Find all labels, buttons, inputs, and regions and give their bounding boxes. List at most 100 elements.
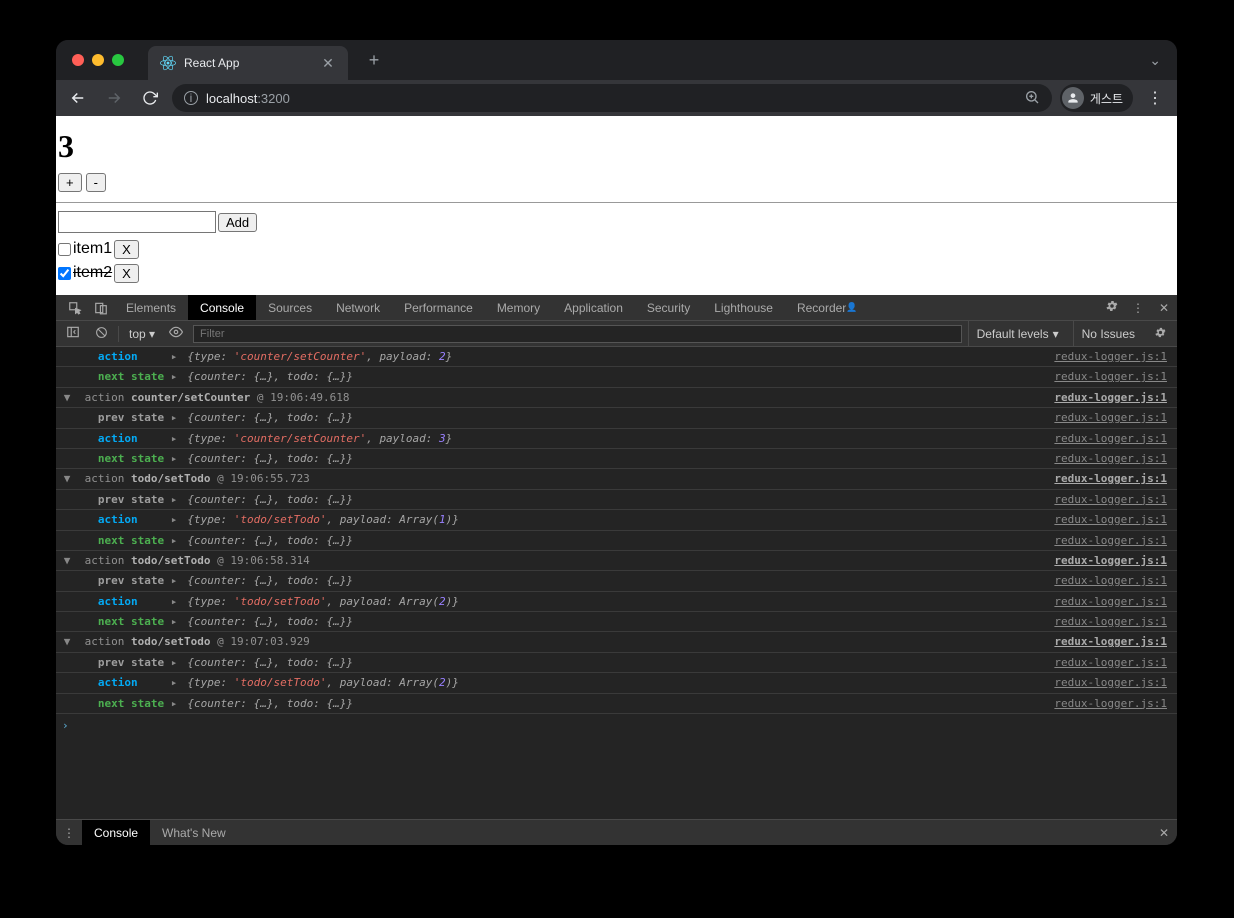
site-info-icon[interactable]: i [184, 91, 198, 105]
source-link[interactable]: redux-logger.js:1 [1054, 349, 1177, 364]
console-log-row[interactable]: action ▸ {type: 'todo/setTodo', payload:… [56, 510, 1177, 530]
issues-button[interactable]: No Issues [1073, 321, 1143, 346]
increment-button[interactable]: + [58, 173, 82, 192]
console-prompt[interactable]: › [56, 714, 1177, 737]
decrement-button[interactable]: - [86, 173, 106, 192]
source-link[interactable]: redux-logger.js:1 [1054, 410, 1177, 425]
todo-item: item1X [58, 237, 1175, 261]
console-log-row[interactable]: prev state ▸ {counter: {…}, todo: {…}}re… [56, 408, 1177, 428]
console-log-row[interactable]: ▼ action counter/setCounter @ 19:06:49.6… [56, 388, 1177, 408]
todo-item: item2X [58, 261, 1175, 285]
console-sidebar-toggle[interactable] [62, 325, 84, 342]
browser-tab[interactable]: React App ✕ [148, 46, 348, 80]
profile-button[interactable]: 게스트 [1060, 84, 1133, 112]
console-log-row[interactable]: action ▸ {type: 'todo/setTodo', payload:… [56, 673, 1177, 693]
source-link[interactable]: redux-logger.js:1 [1054, 390, 1177, 405]
avatar-icon [1062, 87, 1084, 109]
devtools-tab-console[interactable]: Console [188, 295, 256, 320]
new-tab-button[interactable]: + [360, 46, 388, 74]
devtools-close-button[interactable]: ✕ [1151, 301, 1177, 315]
device-toggle-button[interactable] [88, 295, 114, 320]
clear-console-button[interactable] [90, 326, 112, 342]
source-link[interactable]: redux-logger.js:1 [1054, 369, 1177, 384]
devtools-settings-button[interactable] [1099, 299, 1125, 316]
source-link[interactable]: redux-logger.js:1 [1054, 492, 1177, 507]
source-link[interactable]: redux-logger.js:1 [1054, 634, 1177, 649]
source-link[interactable]: redux-logger.js:1 [1054, 431, 1177, 446]
minimize-window-button[interactable] [92, 54, 104, 66]
console-log-row[interactable]: ▼ action todo/setTodo @ 19:07:03.929redu… [56, 632, 1177, 652]
source-link[interactable]: redux-logger.js:1 [1054, 655, 1177, 670]
todo-checkbox[interactable] [58, 267, 71, 280]
log-levels-selector[interactable]: Default levels ▾ [968, 321, 1067, 346]
devtools-tab-elements[interactable]: Elements [114, 295, 188, 320]
console-log-row[interactable]: action ▸ {type: 'counter/setCounter', pa… [56, 429, 1177, 449]
console-log-row[interactable]: prev state ▸ {counter: {…}, todo: {…}}re… [56, 571, 1177, 591]
browser-window: React App ✕ + ⌄ i localhost:3200 게 [56, 40, 1177, 845]
console-log-row[interactable]: action ▸ {type: 'counter/setCounter', pa… [56, 347, 1177, 367]
devtools-tab-application[interactable]: Application [552, 295, 635, 320]
react-icon [160, 55, 176, 71]
delete-todo-button[interactable]: X [114, 240, 139, 259]
console-log-row[interactable]: next state ▸ {counter: {…}, todo: {…}}re… [56, 367, 1177, 387]
source-link[interactable]: redux-logger.js:1 [1054, 614, 1177, 629]
todo-label: item1 [73, 240, 112, 258]
source-link[interactable]: redux-logger.js:1 [1054, 451, 1177, 466]
todo-input[interactable] [58, 211, 216, 233]
console-log-row[interactable]: prev state ▸ {counter: {…}, todo: {…}}re… [56, 490, 1177, 510]
devtools-more-button[interactable]: ⋮ [1125, 301, 1151, 315]
source-link[interactable]: redux-logger.js:1 [1054, 696, 1177, 711]
zoom-icon[interactable] [1024, 89, 1040, 108]
source-link[interactable]: redux-logger.js:1 [1054, 471, 1177, 486]
console-log-row[interactable]: ▼ action todo/setTodo @ 19:06:58.314redu… [56, 551, 1177, 571]
devtools-tab-memory[interactable]: Memory [485, 295, 552, 320]
drawer-close-button[interactable]: ✕ [1151, 820, 1177, 845]
source-link[interactable]: redux-logger.js:1 [1054, 533, 1177, 548]
drawer-tab-what-s-new[interactable]: What's New [150, 820, 238, 845]
devtools-tab-performance[interactable]: Performance [392, 295, 485, 320]
todo-label: item2 [73, 264, 112, 282]
console-log-row[interactable]: prev state ▸ {counter: {…}, todo: {…}}re… [56, 653, 1177, 673]
address-bar[interactable]: i localhost:3200 [172, 84, 1052, 112]
console-log-row[interactable]: ▼ action todo/setTodo @ 19:06:55.723redu… [56, 469, 1177, 489]
reload-button[interactable] [136, 84, 164, 112]
source-link[interactable]: redux-logger.js:1 [1054, 553, 1177, 568]
delete-todo-button[interactable]: X [114, 264, 139, 283]
counter-value: 3 [56, 116, 1177, 173]
console-log-row[interactable]: next state ▸ {counter: {…}, todo: {…}}re… [56, 612, 1177, 632]
devtools-tab-recorder[interactable]: Recorder 👤 [785, 295, 870, 320]
devtools-tab-sources[interactable]: Sources [256, 295, 324, 320]
source-link[interactable]: redux-logger.js:1 [1054, 594, 1177, 609]
close-tab-button[interactable]: ✕ [320, 55, 336, 72]
console-settings-button[interactable] [1149, 326, 1171, 342]
source-link[interactable]: redux-logger.js:1 [1054, 573, 1177, 588]
console-log-row[interactable]: next state ▸ {counter: {…}, todo: {…}}re… [56, 694, 1177, 714]
execution-context-selector[interactable]: top ▾ [125, 327, 159, 341]
inspect-element-button[interactable] [62, 295, 88, 320]
browser-toolbar: i localhost:3200 게스트 ⋮ [56, 80, 1177, 116]
console-log-row[interactable]: next state ▸ {counter: {…}, todo: {…}}re… [56, 449, 1177, 469]
close-window-button[interactable] [72, 54, 84, 66]
tabs-menu-button[interactable]: ⌄ [1149, 52, 1161, 69]
add-todo-button[interactable]: Add [218, 213, 257, 232]
live-expression-button[interactable] [165, 325, 187, 342]
source-link[interactable]: redux-logger.js:1 [1054, 512, 1177, 527]
console-output[interactable]: action ▸ {type: 'counter/setCounter', pa… [56, 347, 1177, 819]
devtools-tab-security[interactable]: Security [635, 295, 702, 320]
back-button[interactable] [64, 84, 92, 112]
todo-section: Add item1Xitem2X [56, 203, 1177, 295]
source-link[interactable]: redux-logger.js:1 [1054, 675, 1177, 690]
console-filter-input[interactable] [193, 325, 962, 343]
console-log-row[interactable]: action ▸ {type: 'todo/setTodo', payload:… [56, 592, 1177, 612]
forward-button[interactable] [100, 84, 128, 112]
drawer-tab-console[interactable]: Console [82, 820, 150, 845]
url-text: localhost:3200 [206, 91, 290, 106]
console-log-row[interactable]: next state ▸ {counter: {…}, todo: {…}}re… [56, 531, 1177, 551]
devtools-tab-lighthouse[interactable]: Lighthouse [702, 295, 785, 320]
maximize-window-button[interactable] [112, 54, 124, 66]
drawer-more-button[interactable]: ⋮ [56, 820, 82, 845]
browser-menu-button[interactable]: ⋮ [1141, 88, 1169, 108]
devtools-tab-network[interactable]: Network [324, 295, 392, 320]
todo-checkbox[interactable] [58, 243, 71, 256]
profile-label: 게스트 [1090, 90, 1123, 107]
